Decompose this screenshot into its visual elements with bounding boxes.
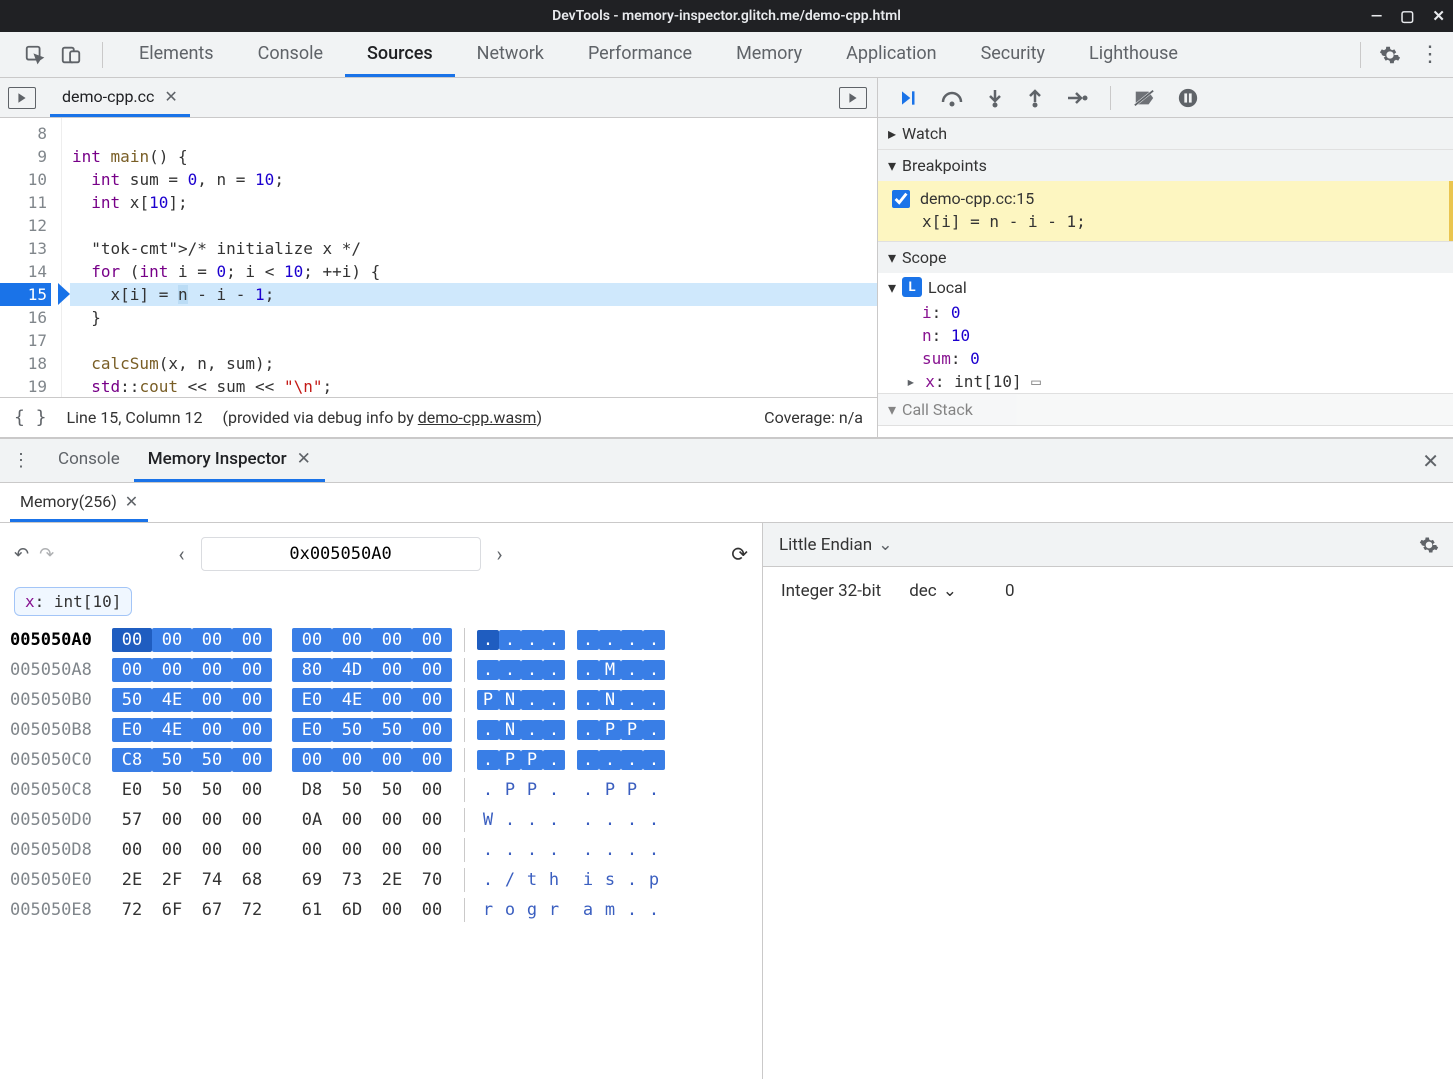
editor-statusbar: { } Line 15, Column 12 (provided via deb… bbox=[0, 397, 877, 437]
code-editor[interactable]: 891011121314151617181920 int main() { in… bbox=[0, 118, 877, 397]
chevron-down-icon: ▾ bbox=[888, 248, 896, 267]
pause-exceptions-icon[interactable] bbox=[1177, 87, 1199, 109]
inspector-format-selector[interactable]: dec ⌄ bbox=[909, 581, 957, 601]
chevron-right-icon: ▸ bbox=[888, 124, 896, 143]
scope-variable[interactable]: i: 0 bbox=[878, 301, 1453, 324]
inspector-type: Integer 32-bit bbox=[781, 581, 881, 601]
history-forward-icon[interactable]: ↷ bbox=[39, 544, 54, 565]
step-out-icon[interactable] bbox=[1026, 88, 1044, 108]
page-prev-icon[interactable]: ‹ bbox=[179, 542, 185, 566]
file-tabbar: demo-cpp.cc ✕ bbox=[0, 78, 877, 118]
inspector-settings-icon[interactable] bbox=[1419, 535, 1439, 555]
pretty-print-icon[interactable]: { } bbox=[14, 407, 47, 428]
tab-performance[interactable]: Performance bbox=[566, 32, 714, 77]
drawer-tab-memory-inspector[interactable]: Memory Inspector ✕ bbox=[134, 439, 325, 482]
file-tab-demo-cpp[interactable]: demo-cpp.cc ✕ bbox=[50, 78, 190, 117]
breakpoint-checkbox[interactable] bbox=[892, 190, 910, 208]
scope-local-header[interactable]: ▾ L Local bbox=[878, 273, 1453, 301]
navigator-toggle-icon[interactable] bbox=[8, 87, 36, 109]
cursor-position: Line 15, Column 12 bbox=[67, 408, 203, 427]
close-drawer-tab-icon[interactable]: ✕ bbox=[297, 449, 311, 469]
chevron-down-icon: ⌄ bbox=[943, 581, 957, 601]
memory-tabstrip: Memory(256) ✕ bbox=[0, 483, 1453, 523]
hex-grid[interactable]: 005050A00000000000000000........005050A8… bbox=[10, 628, 752, 928]
tab-network[interactable]: Network bbox=[455, 32, 566, 77]
wasm-link[interactable]: demo-cpp.wasm bbox=[418, 408, 537, 427]
drawer-tab-console[interactable]: Console bbox=[44, 439, 134, 482]
address-input[interactable] bbox=[201, 537, 481, 571]
window-title: DevTools - memory-inspector.glitch.me/de… bbox=[552, 8, 901, 24]
maximize-button[interactable]: ▢ bbox=[1400, 9, 1414, 24]
scope-variable[interactable]: ▸ x: int[10] ▭ bbox=[878, 370, 1453, 393]
close-file-tab-icon[interactable]: ✕ bbox=[164, 87, 177, 106]
titlebar: DevTools - memory-inspector.glitch.me/de… bbox=[0, 0, 1453, 32]
step-into-icon[interactable] bbox=[986, 88, 1004, 108]
scope-section-header[interactable]: ▾ Scope bbox=[878, 242, 1453, 273]
file-tab-label: demo-cpp.cc bbox=[62, 87, 154, 106]
breakpoint-code: x[i] = n - i - 1; bbox=[922, 212, 1435, 231]
resume-icon[interactable] bbox=[896, 88, 918, 108]
close-memory-tab-icon[interactable]: ✕ bbox=[125, 492, 138, 511]
memory-tab[interactable]: Memory(256) ✕ bbox=[10, 483, 148, 522]
history-back-icon[interactable]: ↶ bbox=[14, 544, 29, 565]
step-icon[interactable] bbox=[1066, 89, 1088, 107]
main-tabstrip: Elements Console Sources Network Perform… bbox=[0, 32, 1453, 78]
refresh-icon[interactable]: ⟳ bbox=[731, 542, 748, 566]
chevron-down-icon: ▾ bbox=[888, 400, 896, 419]
drawer-menu-icon[interactable]: ⋮ bbox=[12, 450, 30, 471]
debugger-toggle-icon[interactable] bbox=[839, 87, 867, 109]
tab-lighthouse[interactable]: Lighthouse bbox=[1067, 32, 1200, 77]
breakpoints-section-header[interactable]: ▾ Breakpoints bbox=[878, 150, 1453, 181]
inspector-value-row: Integer 32-bit dec ⌄ 0 bbox=[763, 567, 1453, 615]
close-window-button[interactable]: ✕ bbox=[1432, 9, 1445, 24]
chevron-down-icon: ⌄ bbox=[878, 535, 892, 555]
inspect-element-icon[interactable] bbox=[24, 44, 46, 66]
hex-toolbar: ↶ ↷ ‹ › ⟳ bbox=[10, 529, 752, 585]
inspector-value: 0 bbox=[1005, 581, 1015, 601]
drawer-tabstrip: ⋮ Console Memory Inspector ✕ ✕ bbox=[0, 439, 1453, 483]
close-drawer-icon[interactable]: ✕ bbox=[1422, 449, 1439, 473]
breakpoint-label: demo-cpp.cc:15 bbox=[920, 189, 1034, 208]
chevron-down-icon: ▾ bbox=[888, 156, 896, 175]
watch-section-header[interactable]: ▸ Watch bbox=[878, 118, 1453, 149]
scope-variable[interactable]: sum: 0 bbox=[878, 347, 1453, 370]
tab-application[interactable]: Application bbox=[824, 32, 958, 77]
settings-gear-icon[interactable] bbox=[1379, 44, 1401, 66]
coverage-status: Coverage: n/a bbox=[764, 408, 863, 427]
debug-toolbar bbox=[878, 78, 1453, 118]
object-chip[interactable]: x: int[10] bbox=[14, 587, 132, 616]
device-toolbar-icon[interactable] bbox=[60, 44, 82, 66]
tab-security[interactable]: Security bbox=[959, 32, 1067, 77]
callstack-section-header[interactable]: ▾ Call Stack bbox=[878, 394, 1453, 425]
breakpoint-row[interactable]: demo-cpp.cc:15 x[i] = n - i - 1; bbox=[878, 181, 1453, 241]
debug-info-source: (provided via debug info by demo-cpp.was… bbox=[222, 408, 542, 427]
more-menu-icon[interactable]: ⋮ bbox=[1419, 44, 1441, 66]
page-next-icon[interactable]: › bbox=[497, 542, 503, 566]
local-badge-icon: L bbox=[902, 277, 922, 297]
chevron-down-icon: ▾ bbox=[888, 278, 896, 297]
tab-memory[interactable]: Memory bbox=[714, 32, 824, 77]
minimize-button[interactable]: — bbox=[1371, 9, 1383, 24]
tab-console[interactable]: Console bbox=[236, 32, 345, 77]
step-over-icon[interactable] bbox=[940, 88, 964, 108]
deactivate-breakpoints-icon[interactable] bbox=[1133, 88, 1155, 108]
scope-variable[interactable]: n: 10 bbox=[878, 324, 1453, 347]
endianness-selector[interactable]: Little Endian ⌄ bbox=[763, 523, 1453, 567]
tab-elements[interactable]: Elements bbox=[117, 32, 236, 77]
tab-sources[interactable]: Sources bbox=[345, 32, 455, 77]
